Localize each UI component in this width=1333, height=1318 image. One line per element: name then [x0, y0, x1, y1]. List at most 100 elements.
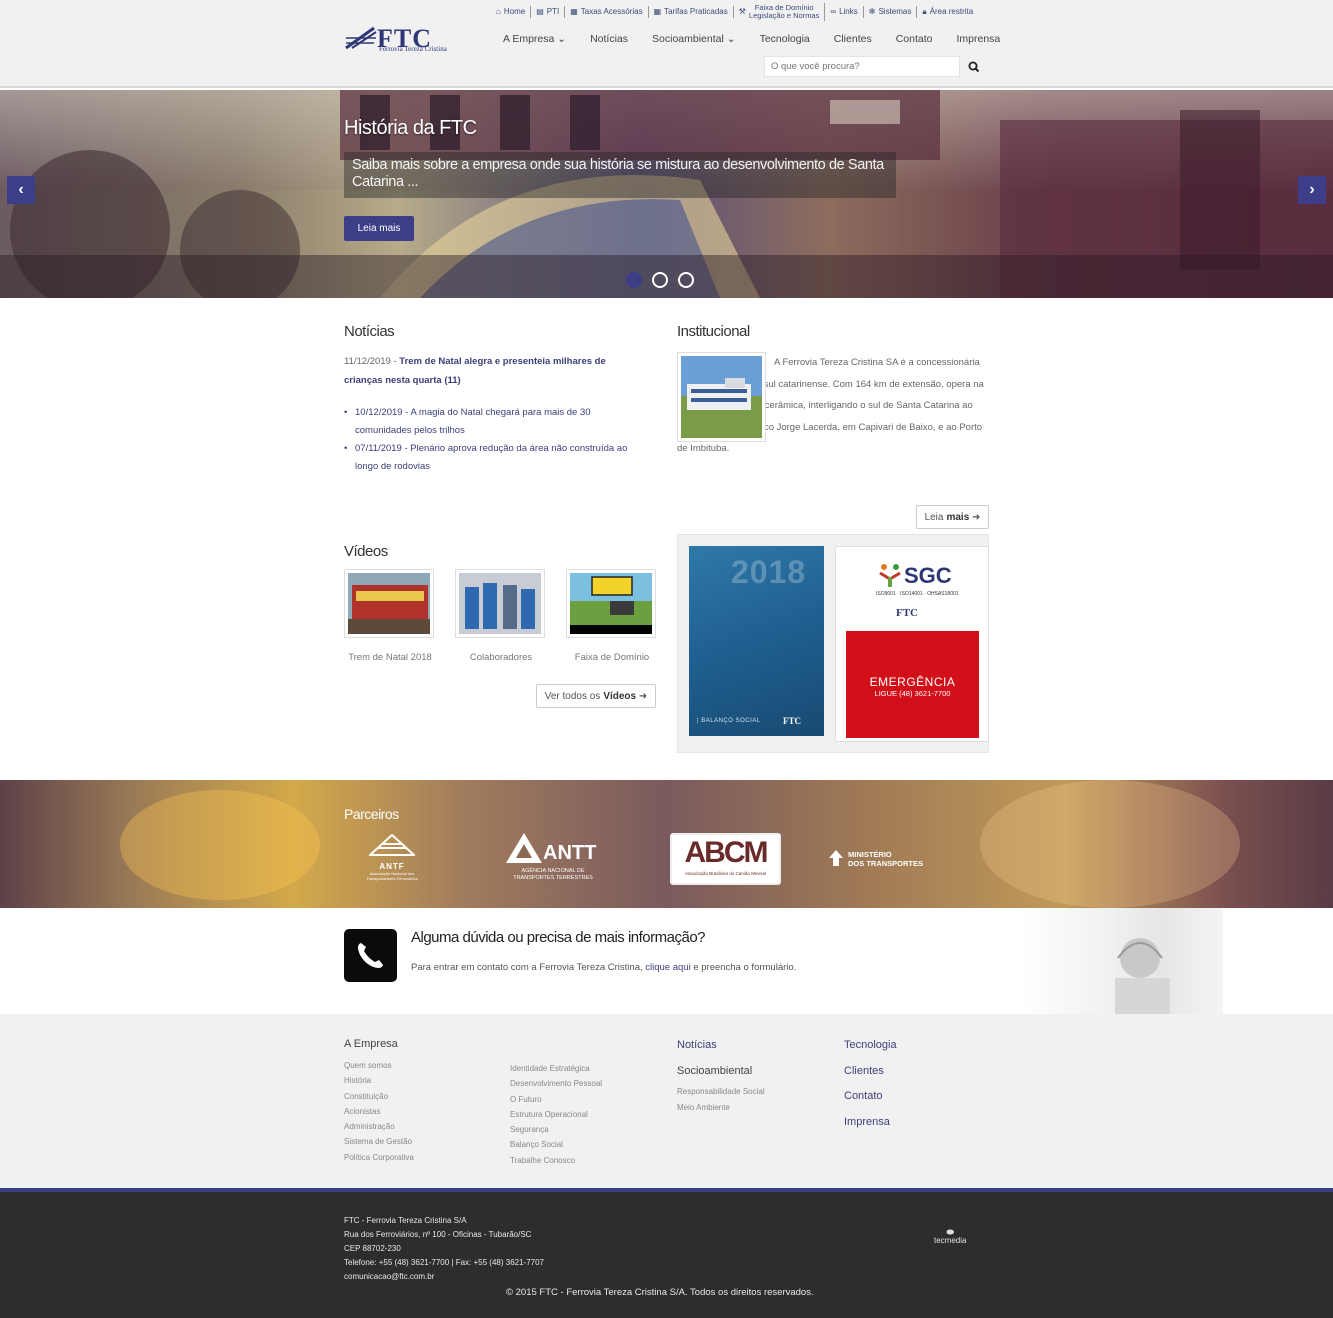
phone-icon	[344, 929, 397, 982]
footer-link[interactable]: Trabalhe Conosco	[510, 1153, 602, 1168]
nav-tecnologia[interactable]: Tecnologia	[748, 33, 822, 45]
top-link-faixa[interactable]: ⚒ Faixa de Domínio Legislação e Normas	[734, 3, 826, 21]
footer-link[interactable]: Quem somos	[344, 1058, 414, 1073]
footer-link[interactable]: Administração	[344, 1119, 414, 1134]
footer-link[interactable]: Segurança	[510, 1122, 602, 1137]
footer-heading[interactable]: Socioambiental	[677, 1059, 765, 1085]
slider-dot-1[interactable]	[626, 272, 642, 288]
chevron-right-icon: ›	[1309, 181, 1315, 198]
nav-socioambiental[interactable]: Socioambiental ⌄	[640, 33, 748, 45]
footer-heading[interactable]: Notícias	[677, 1033, 765, 1059]
top-link-area-restrita[interactable]: 🔒︎ Área restrita	[917, 6, 978, 18]
news-item[interactable]: 10/12/2019 - A magia do Natal chegará pa…	[344, 404, 644, 440]
video-label: Colaboradores	[469, 652, 533, 663]
footer-link[interactable]: Política Corporativa	[344, 1150, 414, 1165]
nav-a-empresa[interactable]: A Empresa ⌄	[491, 33, 578, 45]
lock-icon: 🔒︎	[922, 7, 927, 16]
video-item[interactable]: Colaboradores	[455, 569, 547, 663]
footer-link[interactable]: Responsabilidade Social	[677, 1084, 765, 1099]
nav-clientes[interactable]: Clientes	[822, 33, 884, 45]
video-item[interactable]: Faixa de Domínio	[566, 569, 658, 663]
rail-logo-icon	[345, 26, 377, 50]
book-icon: ▤	[536, 7, 544, 16]
nav-imprensa[interactable]: Imprensa	[944, 33, 1012, 45]
contact-section: Alguma dúvida ou precisa de mais informa…	[0, 908, 1333, 1014]
slider-dot-3[interactable]	[678, 272, 694, 288]
footer-link[interactable]: Desenvolvimento Pessoal	[510, 1076, 602, 1091]
contact-title: Alguma dúvida ou precisa de mais informa…	[411, 929, 706, 946]
top-link-links[interactable]: ∞ Links	[825, 6, 864, 18]
site-footer: FTC - Ferrovia Tereza Cristina S/A Rua d…	[0, 1188, 1333, 1318]
footer-link[interactable]: Acionistas	[344, 1104, 414, 1119]
hero-description: Saiba mais sobre a empresa onde sua hist…	[344, 152, 896, 198]
nav-contato[interactable]: Contato	[884, 33, 945, 45]
hero-slider: História da FTC Saiba mais sobre a empre…	[0, 90, 1333, 298]
contact-text: Para entrar em contato com a Ferrovia Te…	[411, 962, 797, 973]
footer-heading[interactable]: A Empresa	[344, 1038, 414, 1050]
sgc-banner[interactable]: SGC ISO9001 · ISO14001 · OHSAS18001 FTC …	[835, 546, 989, 742]
partners-section: Parceiros ANTF Associação Nacional dos T…	[0, 780, 1333, 908]
footer-link[interactable]: Meio Ambiente	[677, 1100, 765, 1115]
top-link-pti[interactable]: ▤ PTI	[531, 6, 566, 18]
chevron-down-icon: ⌄	[726, 33, 736, 45]
footer-heading[interactable]: Contato	[844, 1084, 897, 1110]
video-thumbnail	[455, 569, 545, 638]
search-icon[interactable]	[967, 60, 981, 74]
antt-icon	[506, 833, 542, 863]
partner-abcm-logo[interactable]: ABCM Associação Brasileira do Carvão Min…	[670, 833, 781, 885]
search-input[interactable]	[764, 56, 960, 77]
footer-link[interactable]: O Futuro	[510, 1092, 602, 1107]
footer-link[interactable]: Constituição	[344, 1089, 414, 1104]
news-list: 10/12/2019 - A magia do Natal chegará pa…	[344, 404, 644, 476]
arrow-right-icon: ➜	[638, 690, 648, 702]
institutional-read-more-button[interactable]: Leia mais ➜	[916, 505, 989, 529]
partner-ministerio-logo[interactable]: MINISTÉRIO DOS TRANSPORTES	[828, 849, 928, 872]
news-item[interactable]: 07/11/2019 - Plenário aprova redução da …	[344, 440, 644, 476]
slider-dot-2[interactable]	[652, 272, 668, 288]
video-label: Trem de Natal 2018	[348, 652, 432, 663]
arrow-right-icon: ➜	[972, 511, 981, 523]
top-links: ⌂ Home ▤ PTI ▦ Taxas Acessórias ▦ Tarifas Pr…	[491, 3, 978, 21]
top-link-home[interactable]: ⌂ Home	[491, 6, 532, 18]
hero-read-more-button[interactable]: Leia mais	[344, 216, 414, 241]
footer-heading[interactable]: Imprensa	[844, 1110, 897, 1136]
social-report-banner[interactable]: 2018 | BALANÇO SOCIAL FTC	[689, 546, 824, 736]
videos-title: Vídeos	[344, 543, 388, 560]
document-icon: ▦	[653, 7, 662, 16]
top-link-sistemas[interactable]: ✻ Sistemas	[864, 6, 918, 18]
ftc-logo[interactable]: FTC Ferrovia Tereza Cristina	[344, 24, 460, 56]
slider-prev-button[interactable]: ‹	[7, 176, 35, 204]
video-thumbnail	[566, 569, 656, 638]
footer-col-empresa-2: Identidade Estratégica Desenvolvimento P…	[510, 1061, 602, 1168]
footer-link[interactable]: Estrutura Operacional	[510, 1107, 602, 1122]
footer-link[interactable]: Sistema de Gestão	[344, 1134, 414, 1149]
footer-col-noticias: Notícias Socioambiental Responsabilidade…	[677, 1033, 765, 1115]
site-header: FTC Ferrovia Tereza Cristina ⌂ Home ▤ PTI …	[0, 0, 1333, 88]
gear-icon: ✻	[868, 7, 876, 16]
slider-dots	[626, 272, 694, 288]
footer-link[interactable]: História	[344, 1073, 414, 1088]
company-address: FTC - Ferrovia Tereza Cristina S/A Rua d…	[344, 1214, 544, 1284]
nav-noticias[interactable]: Notícias	[578, 33, 640, 45]
email-link[interactable]: comunicacao@ftc.com.br	[344, 1270, 544, 1284]
sgc-logo-icon	[879, 564, 901, 587]
chevron-left-icon: ‹	[18, 181, 24, 198]
chevron-down-icon: ⌄	[557, 33, 567, 45]
top-link-taxas[interactable]: ▦ Taxas Acessórias	[565, 6, 649, 18]
video-item[interactable]: Trem de Natal 2018	[344, 569, 436, 663]
footer-links: A Empresa Quem somos História Constituiç…	[0, 1014, 1333, 1188]
top-link-tarifas[interactable]: ▦ Tarifas Praticadas	[649, 6, 734, 18]
footer-heading[interactable]: Clientes	[844, 1059, 897, 1085]
news-featured[interactable]: 11/12/2019 - Trem de Natal alegra e pres…	[344, 352, 644, 390]
partner-antf-logo[interactable]: ANTF Associação Nacional dos Transportad…	[366, 833, 418, 881]
footer-link[interactable]: Identidade Estratégica	[510, 1061, 602, 1076]
document-icon: ▦	[570, 7, 578, 16]
institutional-title: Institucional	[677, 323, 750, 340]
slider-next-button[interactable]: ›	[1298, 176, 1326, 204]
see-all-videos-button[interactable]: Ver todos os Vídeos ➜	[536, 684, 656, 708]
contact-link[interactable]: clique aqui	[645, 962, 690, 973]
tecmedia-logo[interactable]: ⬬ tecmedia	[934, 1228, 966, 1246]
footer-link[interactable]: Balanço Social	[510, 1137, 602, 1152]
emergency-banner[interactable]: EMERGÊNCIA LIGUE (48) 3621-7700	[846, 631, 979, 738]
footer-heading[interactable]: Tecnologia	[844, 1033, 897, 1059]
